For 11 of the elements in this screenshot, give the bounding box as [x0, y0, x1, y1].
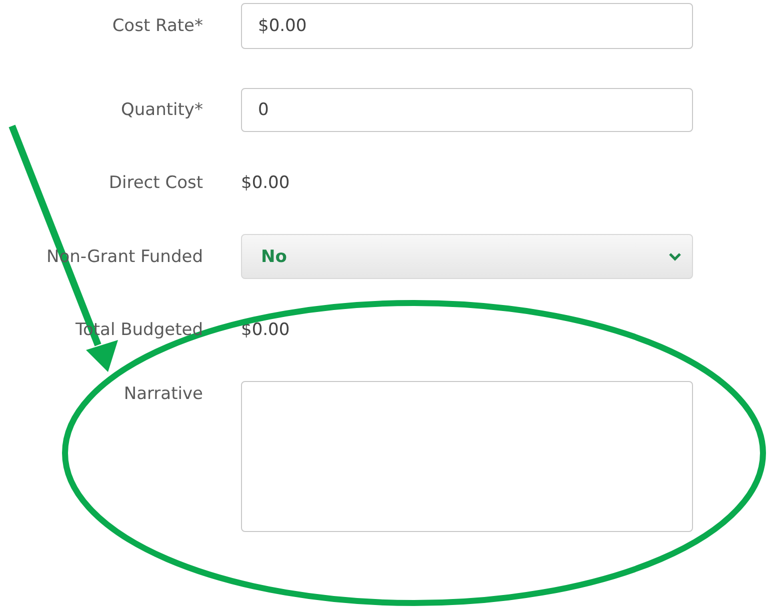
field-value: $0.00	[241, 172, 291, 195]
dropdown[interactable]: No	[241, 234, 693, 279]
field-label: Cost Rate*	[112, 16, 203, 36]
input-field[interactable]: $0.00	[241, 3, 693, 49]
text-area[interactable]	[241, 381, 693, 532]
input-field[interactable]: 0	[241, 88, 693, 132]
field-label: Narrative	[124, 383, 203, 404]
field-label: Direct Cost	[108, 173, 203, 193]
chevron-down-icon	[668, 252, 682, 262]
field-value: $0.00	[241, 319, 291, 342]
field-label: Quantity*	[121, 100, 203, 120]
